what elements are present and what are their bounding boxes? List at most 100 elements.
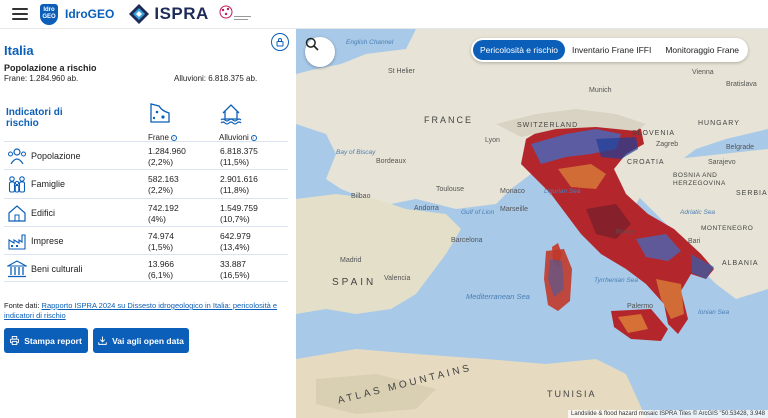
alluvioni-value: 642.979 (220, 230, 251, 241)
map-label: Bordeaux (376, 158, 406, 165)
map-label: Gulf of Lion (461, 209, 495, 216)
map-label: TUNISIA (547, 389, 597, 399)
source-link[interactable]: Rapporto ISPRA 2024 su Dissesto idrogeol… (4, 301, 277, 320)
map-label: Tyrrhenian Sea (594, 277, 638, 284)
tab-pericolosita-rischio[interactable]: Pericolosità e rischio (473, 40, 565, 60)
alluvioni-percent: (11,8%) (220, 185, 250, 196)
map-label: English Channel (346, 39, 394, 46)
table-row: Popolazione 1.284.960 (2,2%) 6.818.375 (11… (4, 141, 288, 169)
row-name: Famiglie (31, 179, 66, 190)
table-row: Edifici 742.192 (4%) 1.549.759 (10,7%) (4, 197, 288, 226)
map-label: Andorra (414, 205, 439, 212)
map-label: Munich (589, 87, 612, 94)
alluvioni-percent: (11,5%) (220, 157, 250, 167)
tab-monitoraggio-frane[interactable]: Monitoraggio Frane (658, 40, 746, 60)
map-label: Toulouse (436, 186, 465, 193)
map-label: Ionian Sea (698, 309, 730, 316)
search-icon (305, 37, 319, 51)
alluvioni-value: 33.887 (220, 259, 246, 270)
map-label: Adriatic Sea (680, 209, 716, 216)
frane-value: 582.163 (148, 174, 179, 185)
info-panel: Italia Popolazione a rischio Frane: 1.28… (0, 29, 296, 418)
heritage-icon (7, 260, 27, 278)
map-label: Palermo (627, 303, 654, 310)
ispra-logo[interactable]: ISPRA (128, 3, 208, 25)
print-report-label: Stampa report (24, 335, 82, 346)
map-label: SLOVENIA (632, 130, 676, 137)
indicators-title: Indicatori di rischio (6, 107, 63, 129)
frane-percent: (1,5%) (148, 241, 174, 252)
map-label: SWITZERLAND (517, 122, 579, 129)
frane-value: 74.974 (148, 230, 174, 241)
alluvioni-population: Alluvioni: 6.818.375 ab. (174, 74, 258, 83)
map-search-button[interactable] (305, 37, 335, 67)
map-layer-tabs: Pericolosità e rischio Inventario Frane … (471, 38, 749, 62)
map-label: Belgrade (726, 144, 755, 151)
map-label: ALBANIA (722, 260, 759, 267)
landslide-icon (150, 103, 170, 123)
column-alluvioni: Alluvioni i (219, 101, 279, 142)
map-label: Bilbao (351, 193, 371, 200)
map-label: MONTENEGRO (701, 225, 754, 232)
info-icon[interactable]: i (170, 134, 177, 141)
table-row: Beni culturali 13.966 (6,1%) 33.887 (16,5%… (4, 254, 288, 283)
data-source: Fonte dati: Rapporto ISPRA 2024 su Disse… (4, 301, 290, 321)
map-label: Bratislava (726, 81, 757, 88)
frane-percent: (4%) (148, 213, 166, 224)
flood-icon (220, 104, 242, 125)
lock-button[interactable] (271, 33, 289, 51)
map-attribution: Landslide & flood hazard mosaic ISPRA Ti… (568, 410, 768, 418)
menu-icon[interactable] (12, 8, 28, 20)
map-label: CROATIA (627, 159, 665, 166)
alluvioni-value: 2.901.616 (220, 174, 258, 185)
map-label: Valencia (384, 275, 411, 282)
idrogeo-name[interactable]: IdroGEO (65, 7, 114, 21)
row-name: Popolazione (31, 151, 81, 161)
alluvioni-percent: (16,5%) (220, 270, 250, 281)
row-name: Edifici (31, 207, 56, 218)
open-data-button[interactable]: Vai agli open data (93, 328, 189, 353)
alluvioni-percent: (13,4%) (220, 241, 250, 252)
map-label: Rome (616, 229, 635, 236)
map-label: Bari (688, 238, 701, 245)
map-view[interactable]: English Channel St Helier Munich Vienna … (296, 29, 768, 418)
tab-inventario-frane[interactable]: Inventario Frane IFFI (565, 40, 658, 60)
frane-percent: (2,2%) (148, 185, 174, 196)
map-label: SERBIA (736, 190, 768, 197)
idrogeo-logo[interactable]: Idro GEO (40, 3, 58, 25)
map-label: BOSNIA AND HERZEGOVINA (673, 172, 726, 187)
frane-value: 742.192 (148, 202, 179, 213)
page-title: Italia (4, 43, 34, 58)
population-icon (8, 148, 26, 165)
frane-percent: (2,2%) (148, 157, 174, 167)
lock-icon (276, 38, 284, 47)
map-label: HUNGARY (698, 120, 740, 127)
row-name: Beni culturali (31, 264, 83, 275)
source-prefix: Fonte dati: (4, 301, 42, 310)
map-label: Vienna (692, 69, 714, 76)
alluvioni-value: 1.549.759 (220, 202, 258, 213)
map-label: Zagreb (656, 141, 679, 148)
map-label: Ligurian Sea (544, 188, 581, 195)
map-label: Bay of Biscay (336, 149, 376, 156)
map-label: Marseille (500, 206, 529, 213)
print-report-button[interactable]: Stampa report (4, 328, 88, 353)
alluvioni-value: 6.818.375 (220, 146, 258, 156)
info-icon[interactable]: i (250, 134, 257, 141)
app-root: Idro GEO IdroGEO ISPRA Italia Popolazion… (0, 0, 768, 418)
table-row: Famiglie 582.163 (2,2%) 2.901.616 (11,8%) (4, 169, 288, 197)
open-data-label: Vai agli open data (112, 335, 184, 346)
map-label: Sarajevo (708, 159, 736, 166)
map-label: FRANCE (424, 115, 474, 125)
ispra-text: ISPRA (154, 4, 209, 23)
map-label: SPAIN (332, 277, 377, 288)
map-label: Madrid (340, 257, 362, 264)
map-label: Barcelona (451, 237, 483, 244)
ispra-mark-icon (128, 3, 150, 25)
map-label: St Helier (388, 68, 415, 75)
download-icon (98, 336, 107, 345)
indicator-table: Popolazione 1.284.960 (2,2%) 6.818.375 (11… (4, 141, 288, 283)
column-frane: Frane i (148, 101, 208, 142)
subtitle: Popolazione a rischio (4, 63, 97, 73)
snpa-logo[interactable] (217, 3, 253, 25)
